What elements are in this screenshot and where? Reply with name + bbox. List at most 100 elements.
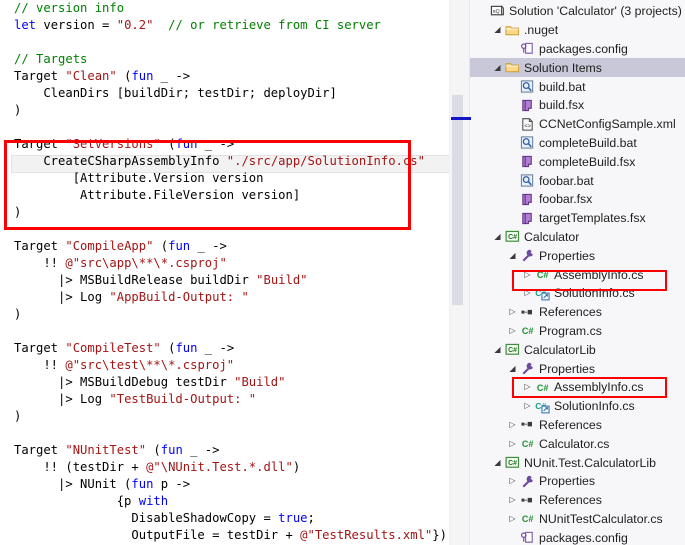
tree-item-label: References [539,417,602,432]
code-token: "TestBuild-Output: " [109,392,257,406]
chevron-right-icon[interactable]: ▷ [506,420,519,429]
svg-text:C#: C# [522,439,534,449]
fsx-icon [519,98,536,113]
chevron-down-icon[interactable]: ◢ [506,364,519,373]
tree-item-properties[interactable]: ▷ Properties [470,472,685,491]
tree-item-references[interactable]: ▷ References [470,416,685,435]
code-token: Attribute.FileVersion version] [14,188,301,202]
chevron-right-icon[interactable]: ▷ [506,496,519,504]
code-token: "CompileTest" [65,341,161,355]
tree-item-properties[interactable]: ◢ Properties [470,246,685,265]
tree-item-calculatorlib[interactable]: ◢ C# CalculatorLib [470,340,685,359]
tree-item-targettemplates-fsx[interactable]: targetTemplates.fsx [470,209,685,228]
code-token: CleanDirs [buildDir; testDir; deployDir] [14,86,337,100]
tree-item-packages-config[interactable]: packages.config [470,528,685,545]
code-token: fun [168,239,191,253]
chevron-right-icon[interactable]: ▷ [521,402,534,410]
tree-item-packages-config[interactable]: packages.config [470,40,685,59]
code-token: "NUnitTest" [65,443,147,457]
fsx-icon [519,154,536,169]
tree-item-completebuild-bat[interactable]: completeBuild.bat [470,134,685,153]
code-token: _ -> [197,137,235,151]
tree-item-solutioninfo-cs[interactable]: ▷ C# SolutionInfo.cs [470,284,685,303]
tree-item-label: Program.cs [539,323,602,338]
tree-item-properties[interactable]: ◢ Properties [470,359,685,378]
tree-item-foobar-fsx[interactable]: foobar.fsx [470,190,685,209]
tree-item-assemblyinfo-cs[interactable]: ▷ C# AssemblyInfo.cs [470,265,685,284]
code-line: [Attribute.Version version [0,170,449,187]
code-token: ( [146,443,161,457]
code-line: ) [0,204,449,221]
code-token: fun [131,477,154,491]
chevron-right-icon[interactable]: ▷ [521,383,534,391]
references-icon [519,305,536,320]
bat-icon [519,79,536,94]
bat-icon [519,173,536,188]
tree-item-references[interactable]: ▷ References [470,491,685,510]
code-token: p -> [153,477,191,491]
code-token: ( [153,239,169,253]
tree-item-build-bat[interactable]: build.bat [470,77,685,96]
solution-explorer-panel[interactable]: ʀQ Solution 'Calculator' (3 projects) ◢ .nu… [470,0,685,545]
tree-item-calculator-cs[interactable]: ▷ C# Calculator.cs [470,434,685,453]
chevron-down-icon[interactable]: ◢ [491,232,504,241]
tree-item-solutioninfo-cs[interactable]: ▷ C# SolutionInfo.cs [470,397,685,416]
wrench-icon [519,361,536,376]
code-line: !! @"src\test\**\*.csproj" [0,357,449,374]
code-line: {p with [0,493,449,510]
tree-item-label: packages.config [539,530,628,545]
chevron-down-icon[interactable]: ◢ [491,345,504,354]
code-line: ) [0,102,449,119]
scrollbar-thumb[interactable] [452,95,463,305]
chevron-right-icon[interactable]: ▷ [506,477,519,485]
code-line: Target "CompileTest" (fun _ -> [0,340,449,357]
splitter-indicator[interactable] [451,117,471,120]
tree-item-foobar-bat[interactable]: foobar.bat [470,171,685,190]
code-line: // Targets [0,51,449,68]
chevron-down-icon[interactable]: ◢ [491,63,504,72]
chevron-right-icon[interactable]: ▷ [506,439,519,448]
chevron-right-icon[interactable]: ▷ [506,514,519,523]
tree-item-label: AssemblyInfo.cs [554,380,644,395]
solution-tree[interactable]: ʀQ Solution 'Calculator' (3 projects) ◢ .nu… [470,0,685,545]
folder-icon [504,60,521,75]
tree-item-label: References [539,305,602,320]
chevron-right-icon[interactable]: ▷ [506,326,519,335]
code-text-area[interactable]: // version info let version = "0.2" // or… [0,0,449,545]
code-token: Target [14,69,66,83]
chevron-down-icon[interactable]: ◢ [491,458,504,467]
tree-item-ccnetconfigsample-xml[interactable]: <> CCNetConfigSample.xml [470,115,685,134]
tree-item-nunittestcalculator-cs[interactable]: ▷ C# NUnitTestCalculator.cs [470,510,685,529]
tree-item-label: targetTemplates.fsx [539,211,646,226]
tree-item-solution-calculator-3-projects[interactable]: ʀQ Solution 'Calculator' (3 projects) [470,2,685,21]
tree-item-label: build.fsx [539,98,585,113]
tree-item-completebuild-fsx[interactable]: completeBuild.fsx [470,152,685,171]
code-editor-pane[interactable]: // version info let version = "0.2" // or… [0,0,449,545]
tree-item-nuget[interactable]: ◢ .nuget [470,21,685,40]
tree-item-assemblyinfo-cs[interactable]: ▷ C# AssemblyInfo.cs [470,378,685,397]
references-icon [519,417,536,432]
solution-icon: ʀQ [489,4,506,19]
code-line: Target "Clean" (fun _ -> [0,68,449,85]
tree-item-build-fsx[interactable]: build.fsx [470,96,685,115]
code-token: "Clean" [65,69,117,83]
tree-item-references[interactable]: ▷ References [470,303,685,322]
tree-item-solution-items[interactable]: ◢ Solution Items [470,58,685,78]
editor-vertical-scrollbar[interactable] [449,0,464,545]
chevron-down-icon[interactable]: ◢ [491,26,504,34]
tree-item-label: completeBuild.bat [539,135,637,150]
code-token: let [14,18,37,32]
csharp-project-icon: C# [504,229,521,244]
chevron-right-icon[interactable]: ▷ [521,289,534,297]
code-token: fun [175,341,198,355]
tree-item-nunit-test-calculatorlib[interactable]: ◢ C# NUnit.Test.CalculatorLib [470,453,685,472]
chevron-right-icon[interactable]: ▷ [521,270,534,279]
code-token: ) [14,103,22,117]
code-token: CreateCSharpAssemblyInfo [14,154,227,168]
tree-item-program-cs[interactable]: ▷ C# Program.cs [470,322,685,341]
chevron-right-icon[interactable]: ▷ [506,308,519,316]
tree-item-calculator[interactable]: ◢ C# Calculator [470,228,685,247]
code-token: @"TestResults.xml" [300,528,433,542]
csharp-project-icon: C# [504,342,521,357]
chevron-down-icon[interactable]: ◢ [506,251,519,260]
